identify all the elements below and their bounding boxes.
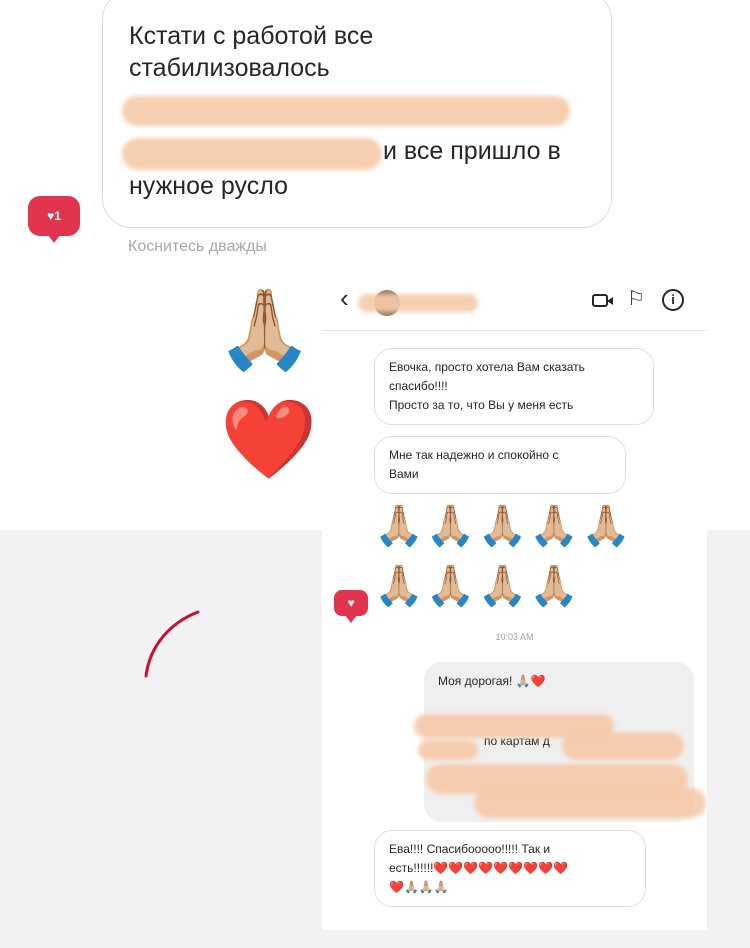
incoming-message[interactable]: Мне так надежно и спокойно с Вами — [374, 436, 626, 494]
message-line: Мне так надежно и спокойно с — [389, 448, 559, 462]
redaction-mark — [562, 732, 684, 760]
redaction-mark — [122, 138, 382, 170]
incoming-message[interactable]: Ева!!!! Спасибооооо!!!!! Так и есть!!!!!… — [374, 830, 646, 907]
redaction-mark — [122, 96, 570, 126]
redaction-mark — [418, 740, 478, 760]
chevron-left-icon[interactable]: ‹ — [340, 285, 349, 311]
reaction-badge[interactable]: ♥ 1 — [28, 196, 80, 243]
info-icon[interactable]: i — [662, 289, 684, 311]
message-line: и все пришло в — [383, 137, 561, 165]
reaction-count: 1 — [54, 209, 61, 223]
heart-icon: ♥ — [47, 209, 55, 223]
message-line: Моя дорогая! 🙏🏼❤️ — [438, 674, 546, 688]
message-line: есть!!!!!!❤️❤️❤️❤️❤️❤️❤️❤️❤️ — [389, 861, 568, 875]
praying-hands-emoji[interactable]: 🙏🏼 — [216, 290, 313, 368]
flag-icon[interactable]: ⚐ — [627, 286, 645, 311]
message-line: Кстати с работой все — [129, 22, 374, 50]
message-line: нужное русло — [129, 172, 288, 200]
video-icon[interactable] — [592, 294, 613, 307]
redaction-mark — [358, 294, 478, 312]
chat-header: ‹ ⚐ i — [322, 270, 707, 331]
heart-icon: ♥ — [347, 596, 355, 610]
red-heart-emoji[interactable]: ❤️ — [220, 400, 317, 478]
double-tap-hint: Коснитесь дважды — [128, 238, 267, 255]
red-annotation-stroke — [144, 610, 200, 678]
message-line: Евочка, просто хотела Вам сказать — [389, 360, 585, 374]
message-line: спасибо!!!! — [389, 379, 448, 393]
redaction-mark — [474, 788, 706, 818]
message-timestamp: 10:03 AM — [495, 632, 534, 642]
emoji-row[interactable]: 🙏🏼🙏🏼🙏🏼🙏🏼🙏🏼 — [374, 506, 633, 546]
reaction-badge[interactable]: ♥ — [334, 590, 368, 623]
emoji-row[interactable]: 🙏🏼🙏🏼🙏🏼🙏🏼 — [374, 566, 581, 606]
message-line: Просто за то, что Вы у меня есть — [389, 398, 574, 412]
message-line: Ева!!!! Спасибооооо!!!!! Так и — [389, 842, 551, 856]
message-line: ❤️🙏🏼🙏🏼🙏🏼 — [389, 880, 449, 894]
instagram-dm-screen-overlay: ‹ ⚐ i Евочка, просто хотела Вам сказать … — [322, 270, 707, 930]
incoming-message[interactable]: Евочка, просто хотела Вам сказать спасиб… — [374, 348, 654, 425]
message-line: стабилизовалось — [129, 54, 330, 82]
message-line: Вами — [389, 467, 419, 481]
